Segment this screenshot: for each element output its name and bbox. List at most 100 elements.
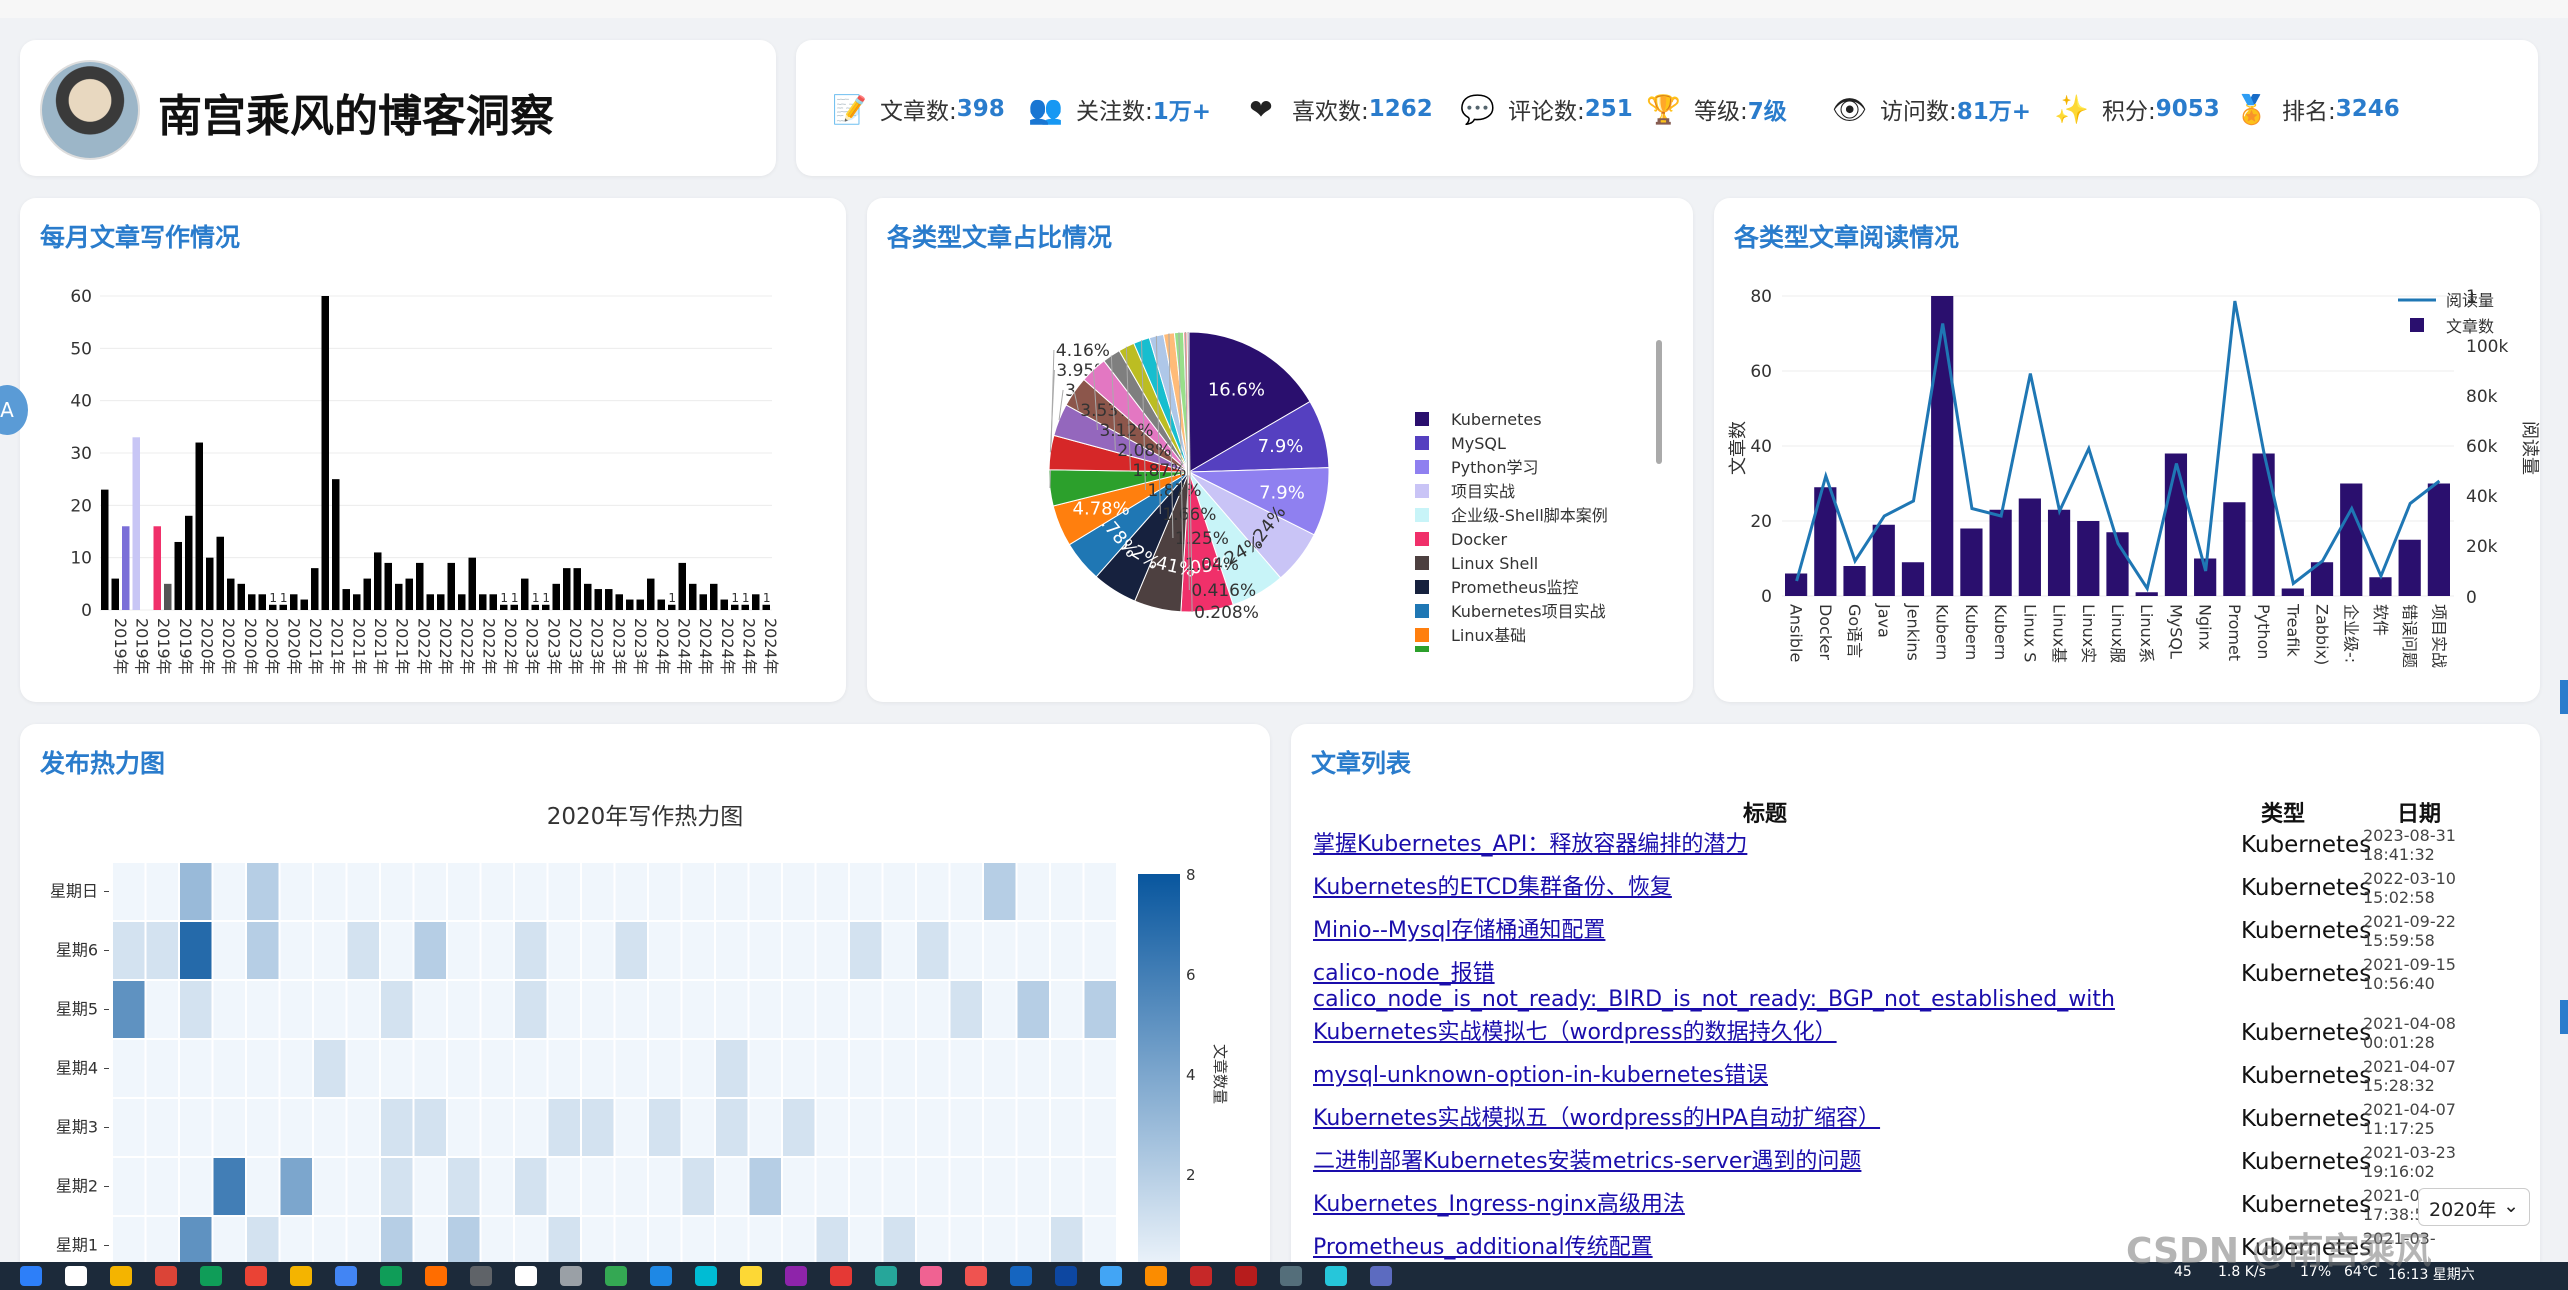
x-tick-label: Ansible <box>1787 604 1806 662</box>
y-tick-label: 50 <box>70 339 92 359</box>
heatmap-cell <box>950 981 982 1038</box>
x-tick-label: Linux实 <box>2079 604 2098 663</box>
x-tick-label: 2022年 <box>479 618 498 675</box>
year-select-value: 2020年 <box>2429 1199 2497 1221</box>
taskbar-app-icon[interactable] <box>1190 1266 1212 1286</box>
browser-bookmark-strip <box>0 0 2568 18</box>
taskbar-app-icon[interactable] <box>20 1266 42 1286</box>
taskbar-app-icon[interactable] <box>65 1266 87 1286</box>
article-type: Kubernetes <box>2241 918 2372 944</box>
taskbar-app-icon[interactable] <box>1280 1266 1302 1286</box>
taskbar-app-icon[interactable] <box>740 1266 762 1286</box>
taskbar-app-icon[interactable] <box>245 1266 267 1286</box>
taskbar-app-icon[interactable] <box>515 1266 537 1286</box>
bar-value-label: 1 <box>269 591 277 605</box>
taskbar-app-icon[interactable] <box>1100 1266 1122 1286</box>
taskbar-app-icon[interactable] <box>695 1266 717 1286</box>
heatmap-card: 发布热力图 2020年写作热力图 星期日 星期6 星期5 星期4 星期3 星期2 星期1 8 6 4… <box>20 724 1270 1290</box>
heatmap-cell <box>917 1158 949 1215</box>
column-header-title[interactable]: 标题 <box>1743 796 1787 828</box>
bar <box>2427 483 2450 596</box>
article-title-link[interactable]: Kubernetes实战模拟七（wordpress的数据持久化） <box>1313 1020 2193 1046</box>
x-tick-label: 2022年 <box>458 618 477 675</box>
taskbar-app-icon[interactable] <box>335 1266 357 1286</box>
column-header-date[interactable]: 日期 <box>2397 796 2441 828</box>
heatmap-cell <box>615 981 647 1038</box>
x-tick-label: Promet <box>2225 604 2244 661</box>
taskbar-app-icon[interactable] <box>920 1266 942 1286</box>
article-title-link[interactable]: Kubernetes的ETCD集群备份、恢复 <box>1313 875 2193 901</box>
taskbar-app-icon[interactable] <box>785 1266 807 1286</box>
y-tick-label: 60 <box>1750 362 1772 382</box>
bar <box>269 604 277 610</box>
bar <box>237 583 245 610</box>
taskbar-app-icon[interactable] <box>830 1266 852 1286</box>
taskbar-app-icon[interactable] <box>1055 1266 1077 1286</box>
bar <box>405 578 413 610</box>
taskbar-app-icon[interactable] <box>605 1266 627 1286</box>
taskbar-app-icon[interactable] <box>1325 1266 1347 1286</box>
heatmap-cell <box>582 1099 614 1156</box>
legend-swatch <box>1415 532 1429 546</box>
taskbar-app-icon[interactable] <box>1145 1266 1167 1286</box>
heatmap-cell <box>615 1099 647 1156</box>
heatmap-cell <box>1017 1099 1049 1156</box>
taskbar-app-icon[interactable] <box>290 1266 312 1286</box>
legend-scrollbar <box>1656 340 1662 464</box>
heatmap-cell <box>314 1040 346 1097</box>
heatmap-cell <box>984 981 1016 1038</box>
heatmap-cell <box>950 1099 982 1156</box>
heatmap-cell <box>146 981 178 1038</box>
taskbar-app-icon[interactable] <box>1235 1266 1257 1286</box>
bar <box>321 296 329 610</box>
heatmap-cell <box>381 981 413 1038</box>
column-header-type[interactable]: 类型 <box>2261 796 2305 828</box>
heatmap-cell <box>515 922 547 979</box>
taskbar-app-icon[interactable] <box>875 1266 897 1286</box>
taskbar-app-icon[interactable] <box>425 1266 447 1286</box>
edge-tab-1[interactable] <box>2560 680 2568 714</box>
taskbar-app-icon[interactable] <box>110 1266 132 1286</box>
taskbar-app-icon[interactable] <box>965 1266 987 1286</box>
bar <box>2164 453 2188 596</box>
x-tick-label: Java <box>1874 603 1893 638</box>
taskbar-app-icon[interactable] <box>155 1266 177 1286</box>
taskbar-app-icon[interactable] <box>380 1266 402 1286</box>
edge-tab-2[interactable] <box>2560 1000 2568 1034</box>
article-date: 2021-03-23 19:16:02 <box>2363 1143 2456 1181</box>
heatmap-cell <box>816 863 848 920</box>
stat-followers: 👥 关注数: 1万+ <box>1028 92 1211 126</box>
taskbar-app-icon[interactable] <box>200 1266 222 1286</box>
article-title-link[interactable]: mysql-unknown-option-in-kubernetes错误 <box>1313 1063 2193 1089</box>
article-title-link[interactable]: calico-node_报错 calico_node_is_not_ready:… <box>1313 961 2193 1013</box>
stat-label: 排名: <box>2282 99 2336 125</box>
year-select[interactable]: 2020年 ⌄ <box>2418 1188 2530 1226</box>
article-title-link[interactable]: Minio--Mysql存储桶通知配置 <box>1313 918 2193 944</box>
heatmap-cell <box>548 922 580 979</box>
taskbar-app-icon[interactable] <box>560 1266 582 1286</box>
article-title-link[interactable]: 掌握Kubernetes_API：释放容器编排的潜力 <box>1313 832 2193 858</box>
article-title-link[interactable]: Prometheus_additional传统配置 <box>1313 1235 2193 1261</box>
article-title-link[interactable]: Kubernetes_Ingress-nginx高级用法 <box>1313 1192 2193 1218</box>
taskbar-app-icon[interactable] <box>650 1266 672 1286</box>
bar <box>615 594 623 610</box>
heatmap-cell <box>716 1158 748 1215</box>
heatmap-cell <box>783 922 815 979</box>
bar <box>668 604 676 610</box>
avatar[interactable] <box>40 60 140 160</box>
taskbar-app-icon[interactable] <box>1010 1266 1032 1286</box>
heatmap-cell <box>749 981 781 1038</box>
bar <box>720 599 728 610</box>
stat-comment: 💬 评论数: 251 <box>1460 92 1633 126</box>
taskbar-app-icon[interactable] <box>1370 1266 1392 1286</box>
heatmap-cell <box>381 1158 413 1215</box>
x-tick-label: 2020年 <box>263 618 282 675</box>
bar <box>500 604 508 610</box>
heatmap-cell <box>347 922 379 979</box>
heatmap-cell <box>615 922 647 979</box>
article-title-link[interactable]: Kubernetes实战模拟五（wordpress的HPA自动扩缩容） <box>1313 1106 2193 1132</box>
legend-swatch <box>1415 460 1429 474</box>
taskbar-app-icon[interactable] <box>470 1266 492 1286</box>
blog-name: 南宫乘风的博客洞察 <box>158 91 554 142</box>
article-title-link[interactable]: 二进制部署Kubernetes安装metrics-server遇到的问题 <box>1313 1149 2193 1175</box>
